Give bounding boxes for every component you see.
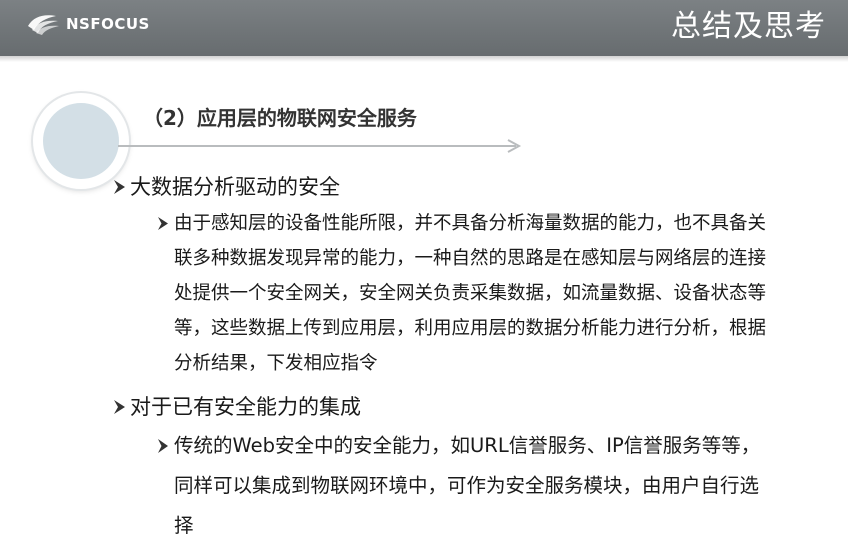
list-item: 由于感知层的设备性能所限，并不具备分析海量数据的能力，也不具备关联多种数据发现异… [152,206,769,381]
header-bar: NSFOCUS 总结及思考 [0,0,848,62]
arrowhead-bullet-icon [108,392,130,422]
logo-text: NSFOCUS [66,15,150,33]
list-item: 传统的Web安全中的安全能力，如URL信誉服务、IP信誉服务等等，同样可以集成到… [152,426,774,546]
sub-bullet-text: 由于感知层的设备性能所限，并不具备分析海量数据的能力，也不具备关联多种数据发现异… [174,213,767,374]
arrow-line-icon [118,139,522,153]
sub-bullet-text: 传统的Web安全中的安全能力，如URL信誉服务、IP信誉服务等等，同样可以集成到… [174,434,761,537]
decorative-circle [43,103,119,179]
list-item: 大数据分析驱动的安全 [108,172,340,202]
page-title: 总结及思考 [671,9,826,44]
logo: NSFOCUS [26,12,150,36]
arrowhead-bullet-icon [152,206,174,241]
arrowhead-bullet-icon [108,172,130,202]
arrowhead-bullet-icon [152,426,174,466]
section-title: （2）应用层的物联网安全服务 [143,106,417,130]
bullet-text: 对于已有安全能力的集成 [130,395,361,419]
nsfocus-logo-icon [28,15,59,35]
list-item: 对于已有安全能力的集成 [108,392,361,422]
slide: NSFOCUS 总结及思考 （2）应用层的物联网安全服务 大数据分析驱动的安全 … [0,0,848,553]
bullet-text: 大数据分析驱动的安全 [130,175,340,199]
